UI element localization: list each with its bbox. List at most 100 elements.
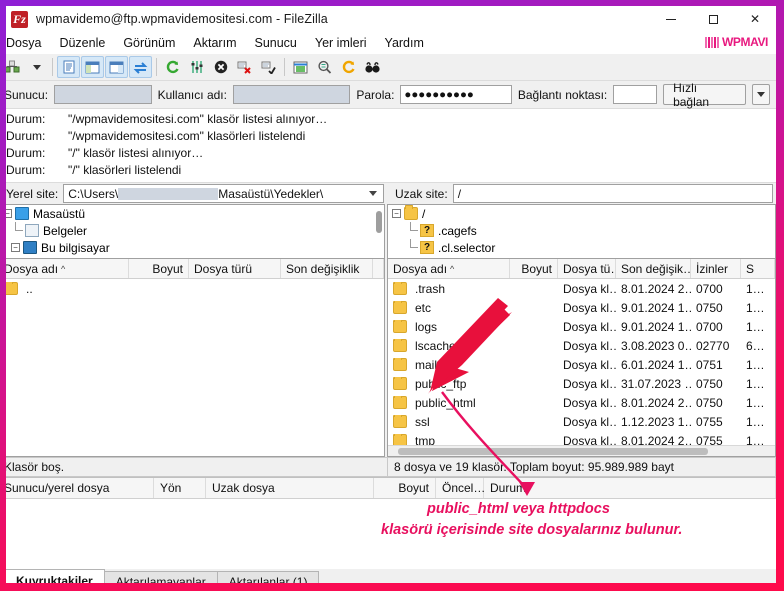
toggle-local-tree-icon[interactable] <box>81 56 104 78</box>
queue-body[interactable] <box>6 499 776 569</box>
maximize-button[interactable] <box>692 6 734 32</box>
remote-directory-tree[interactable]: − / ? .cagefs ? .cl.selector <box>387 204 776 259</box>
tree-node-cagefs[interactable]: ? .cagefs <box>388 222 775 239</box>
tab-successful-transfers[interactable]: Aktarılanlar (1) <box>216 571 320 583</box>
remote-file-list[interactable]: Dosya adı^ Boyut Dosya tü… Son değişik… … <box>387 259 776 457</box>
cell-owner: 1… <box>746 376 765 391</box>
table-row[interactable]: logs Dosya kl… 9.01.2024 1… 0700 1… <box>388 317 775 336</box>
cell-type: Dosya kl… <box>563 300 616 315</box>
tree-node-cl-selector[interactable]: ? .cl.selector <box>388 239 775 256</box>
menu-item-sunucu[interactable]: Sunucu <box>245 34 305 52</box>
column-header-permissions[interactable]: İzinler <box>691 259 741 278</box>
column-header-local-file[interactable]: Sunucu/yerel dosya <box>6 478 154 498</box>
documents-icon <box>25 224 39 237</box>
menu-item-dosya[interactable]: Dosya <box>6 34 50 52</box>
password-input[interactable]: ●●●●●●●●●● <box>400 85 512 104</box>
expander-icon[interactable]: − <box>11 243 20 252</box>
filter-icon[interactable] <box>289 56 312 78</box>
column-header-owner[interactable]: S <box>741 259 775 278</box>
toggle-message-log-icon[interactable] <box>57 56 80 78</box>
cell-name: public_ftp <box>388 376 510 391</box>
site-manager-dropdown-icon[interactable] <box>25 56 48 78</box>
local-list-body[interactable]: .. <box>6 279 384 456</box>
expander-icon[interactable]: − <box>6 209 12 218</box>
port-input[interactable] <box>613 85 658 104</box>
table-row[interactable]: mail Dosya kl… 6.01.2024 1… 0751 1… <box>388 355 775 374</box>
refresh-icon[interactable] <box>161 56 184 78</box>
local-directory-tree[interactable]: − Masaüstü Belgeler − Bu bilgisayar <box>6 204 385 259</box>
compare-directories-icon[interactable] <box>313 56 336 78</box>
expander-icon[interactable]: − <box>392 209 401 218</box>
table-row[interactable]: public_html Dosya kl… 8.01.2024 2… 0750 1… <box>388 393 775 412</box>
table-row[interactable]: public_ftp Dosya kl… 31.07.2023 … 0750 1… <box>388 374 775 393</box>
toggle-remote-tree-icon[interactable] <box>105 56 128 78</box>
column-header-name[interactable]: Dosya adı ^ <box>6 259 129 278</box>
local-pane: − Masaüstü Belgeler − Bu bilgisayar <box>6 204 387 457</box>
remote-path-input[interactable]: / <box>452 184 773 203</box>
minimize-button[interactable] <box>650 6 692 32</box>
column-header-type[interactable]: Dosya türü <box>189 259 281 278</box>
tab-failed-transfers[interactable]: Aktarılamayanlar <box>103 571 218 583</box>
chevron-down-icon[interactable] <box>752 84 771 105</box>
unknown-folder-icon: ? <box>420 241 434 254</box>
wpmavi-bars-icon <box>704 36 719 48</box>
quickconnect-button[interactable]: Hızlı bağlan <box>663 81 747 109</box>
local-path-input[interactable]: C:\Users\ Masaüstü\Yedekler\ <box>63 184 384 203</box>
folder-icon <box>393 319 407 333</box>
tab-queued-files[interactable]: Kuyruktakiler <box>6 569 105 583</box>
menu-item-gorunum[interactable]: Görünüm <box>114 34 184 52</box>
table-row[interactable]: ssl Dosya kl… 1.12.2023 1… 0755 1… <box>388 412 775 431</box>
table-row[interactable]: .. <box>6 279 384 298</box>
log-row: Durum: "/wpmavidemositesi.com" klasörler… <box>6 128 776 145</box>
chevron-down-icon[interactable] <box>369 191 377 196</box>
column-header-name[interactable]: Dosya adı ^ <box>388 259 510 278</box>
column-header-direction[interactable]: Yön <box>154 478 206 498</box>
local-file-list[interactable]: Dosya adı ^ Boyut Dosya türü Son değişikl… <box>6 259 385 457</box>
column-header-size[interactable]: Boyut <box>510 259 558 278</box>
scrollbar-thumb[interactable] <box>398 448 708 455</box>
tree-line <box>406 239 420 256</box>
menu-item-duzenle[interactable]: Düzenle <box>50 34 114 52</box>
table-row[interactable]: .trash Dosya kl… 8.01.2024 2… 0700 1… <box>388 279 775 298</box>
disconnect-icon[interactable] <box>233 56 256 78</box>
cell-name: logs <box>388 319 510 334</box>
column-header-modified[interactable]: Son değişiklik <box>281 259 373 278</box>
column-header-remote-file[interactable]: Uzak dosya <box>206 478 374 498</box>
find-files-icon[interactable] <box>361 56 384 78</box>
remote-list-body[interactable]: .trash Dosya kl… 8.01.2024 2… 0700 1… etc Dosy… <box>388 279 775 445</box>
process-queue-icon[interactable] <box>185 56 208 78</box>
menu-item-yer-imleri[interactable]: Yer imleri <box>306 34 376 52</box>
tree-scrollbar[interactable] <box>376 211 382 233</box>
host-input[interactable] <box>54 85 152 104</box>
cell-modified: 9.01.2024 1… <box>621 319 691 334</box>
table-row[interactable]: tmp Dosya kl… 8.01.2024 2… 0755 1… <box>388 431 775 445</box>
username-input[interactable] <box>232 85 351 104</box>
menu-item-yardim[interactable]: Yardım <box>376 34 433 52</box>
tree-node-masaustu[interactable]: − Masaüstü <box>6 205 384 222</box>
synchronized-browsing-icon[interactable] <box>337 56 360 78</box>
reconnect-icon[interactable] <box>257 56 280 78</box>
tree-line <box>406 222 420 239</box>
site-manager-icon[interactable] <box>6 56 24 78</box>
table-row[interactable]: etc Dosya kl… 9.01.2024 1… 0750 1… <box>388 298 775 317</box>
cell-owner: 1… <box>746 319 765 334</box>
tree-node-belgeler[interactable]: Belgeler <box>6 222 384 239</box>
column-header-modified[interactable]: Son değişik… <box>616 259 691 278</box>
column-header-size[interactable]: Boyut <box>129 259 189 278</box>
cancel-operation-icon[interactable] <box>209 56 232 78</box>
column-header-priority[interactable]: Öncel… <box>436 478 485 498</box>
column-header-status[interactable]: Durum <box>484 478 776 498</box>
toggle-transfer-queue-icon[interactable] <box>129 56 152 78</box>
cell-owner: 6… <box>746 338 765 353</box>
tree-node-root[interactable]: − / <box>388 205 775 222</box>
menu-item-aktarim[interactable]: Aktarım <box>184 34 245 52</box>
computer-icon <box>23 241 37 254</box>
horizontal-scrollbar[interactable] <box>388 445 775 456</box>
message-log[interactable]: Durum: "/wpmavidemositesi.com" klasör li… <box>6 109 776 183</box>
table-row[interactable]: lscache Dosya kl… 3.08.2023 0… 02770 6… <box>388 336 775 355</box>
column-header-type[interactable]: Dosya tü… <box>558 259 616 278</box>
close-button[interactable]: ✕ <box>734 6 776 32</box>
tree-node-bu-bilgisayar[interactable]: − Bu bilgisayar <box>6 239 384 256</box>
column-header-size[interactable]: Boyut <box>374 478 436 498</box>
cell-name: .trash <box>388 281 510 296</box>
